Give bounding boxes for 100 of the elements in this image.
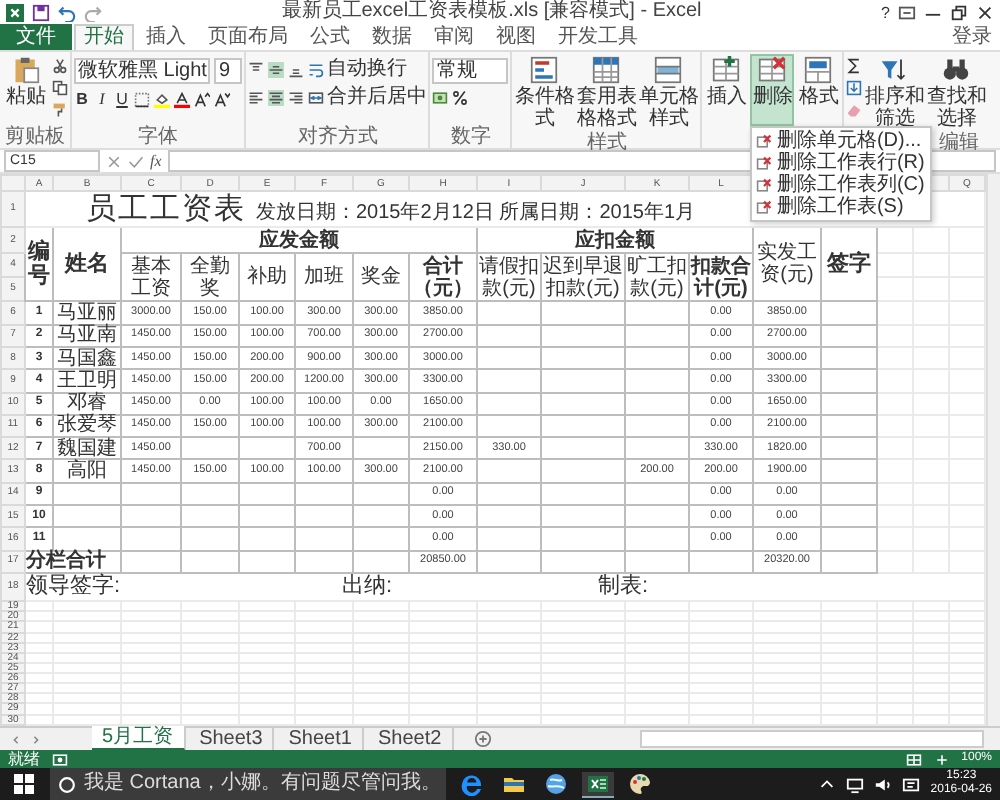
save-icon[interactable]	[32, 3, 50, 21]
help-button[interactable]: ?	[881, 3, 890, 21]
table-header-cell: 奖金	[353, 252, 409, 302]
border-icon[interactable]	[134, 91, 150, 107]
speaker-icon[interactable]	[874, 775, 893, 793]
align-right-icon[interactable]	[288, 89, 305, 105]
table-header-cell: 扣款合计(元)	[689, 252, 753, 302]
ribbon-display-icon[interactable]	[898, 3, 916, 21]
paste-button[interactable]: 粘贴	[2, 54, 50, 110]
sheet-tab[interactable]: 5月工资	[92, 726, 186, 752]
delete-grid-icon	[756, 177, 773, 193]
ribbon-tab[interactable]: 页面布局	[198, 24, 298, 50]
windows-start-icon[interactable]	[8, 772, 40, 796]
table-cell: 马亚南	[53, 324, 121, 347]
sigma-icon[interactable]	[846, 58, 863, 74]
globe-icon[interactable]	[540, 772, 572, 796]
align-center-icon[interactable]	[268, 89, 285, 105]
font-size-field[interactable]: 9	[214, 58, 243, 84]
scroll-left-icon[interactable]	[8, 731, 24, 747]
scroll-right-icon[interactable]	[28, 731, 44, 747]
fill-down-icon[interactable]	[846, 80, 863, 96]
ribbon-tab[interactable]: 视图	[486, 24, 546, 50]
paint-palette-icon[interactable]	[624, 772, 656, 796]
underline-button[interactable]: U	[114, 90, 130, 108]
menu-item[interactable]: 删除工作表(S)	[752, 196, 931, 218]
number-format-field[interactable]: 常规	[432, 58, 509, 84]
message-icon[interactable]	[902, 775, 921, 793]
formula-input[interactable]	[167, 150, 996, 172]
vertical-scrollbar[interactable]	[986, 174, 1000, 726]
menu-item[interactable]: 删除单元格(D)...	[752, 130, 931, 152]
filter-icon	[880, 56, 909, 84]
sign-in-link[interactable]: 登录	[944, 24, 1000, 50]
align-top-icon[interactable]	[248, 61, 265, 77]
normal-view-icon[interactable]	[905, 751, 922, 767]
delete-grid-icon	[756, 133, 773, 149]
ribbon-button[interactable]: 格式	[796, 54, 841, 126]
table-cell: 张爱琴	[53, 414, 121, 438]
ribbon-button[interactable]: 条件格式	[514, 54, 575, 132]
bold-button[interactable]: B	[74, 90, 90, 108]
table-header-cell: 迟到早退扣款(元)	[541, 252, 625, 302]
italic-button[interactable]: I	[94, 90, 110, 108]
add-sheet-icon[interactable]	[473, 730, 492, 748]
merge-icon	[308, 89, 325, 105]
ribbon-button[interactable]: 排序和筛选	[864, 54, 925, 132]
ribbon-button[interactable]: 单元格样式	[638, 54, 699, 132]
fill-color-icon[interactable]	[154, 91, 170, 107]
align-middle-icon[interactable]	[268, 61, 285, 77]
menu-item[interactable]: 删除工作表行(R)	[752, 152, 931, 174]
table-cell: 魏国建	[53, 437, 121, 460]
chevron-up-icon[interactable]	[818, 775, 837, 793]
menu-item[interactable]: 删除工作表列(C)	[752, 174, 931, 196]
clipboard-icon	[12, 56, 40, 84]
table-header-cell: 应发金额	[121, 227, 477, 253]
percent-icon[interactable]	[452, 90, 469, 106]
table-header-cell: 签字	[821, 227, 877, 302]
group-label: 数字	[448, 126, 493, 148]
merge-center-button[interactable]: 合并后居中	[308, 86, 427, 108]
restore-icon[interactable]	[950, 3, 968, 21]
macro-record-icon[interactable]	[52, 751, 68, 767]
font-color-icon[interactable]	[174, 91, 190, 107]
search-field[interactable]: 我是 Cortana，小娜。有问题尽管问我。	[50, 768, 446, 800]
brush-icon[interactable]	[52, 102, 68, 118]
undo-icon[interactable]	[58, 3, 76, 21]
scissors-icon[interactable]	[52, 58, 68, 74]
folder-icon[interactable]	[498, 772, 530, 796]
signature-label: 出纳:	[342, 573, 395, 600]
cancel-icon[interactable]	[106, 153, 122, 169]
ribbon-button[interactable]: 插入	[704, 54, 749, 126]
currency-icon[interactable]	[432, 90, 449, 106]
group-label: 对齐方式	[295, 126, 380, 148]
date-text: 发放日期：2015年2月12日 所属日期：2015年1月	[256, 202, 696, 227]
table-header-cell: 请假扣款(元)	[477, 252, 541, 302]
ribbon-tab[interactable]: 文件	[0, 24, 72, 50]
ribbon-tab[interactable]: 开发工具	[548, 24, 648, 50]
table-header-cell: 加班	[295, 252, 353, 302]
align-left-icon[interactable]	[248, 89, 265, 105]
ribbon-tab[interactable]: 公式	[300, 24, 360, 50]
wrap-text-button[interactable]: 自动换行	[308, 58, 407, 80]
color-bars-icon	[530, 56, 559, 84]
ribbon-button[interactable]: 删除	[750, 54, 795, 126]
font-name-field[interactable]: 微软雅黑 Light	[74, 58, 211, 84]
ribbon-button[interactable]: 查找和选择	[926, 54, 987, 132]
zoom-in-icon[interactable]	[933, 751, 950, 767]
shrink-font-icon[interactable]	[214, 91, 230, 107]
ribbon-button[interactable]: 套用表格格式	[576, 54, 637, 132]
excel-app-icon[interactable]	[582, 771, 614, 797]
close-icon[interactable]	[976, 3, 994, 21]
monitor-icon[interactable]	[846, 775, 865, 793]
horizontal-scrollbar[interactable]	[640, 730, 984, 748]
ribbon-tab[interactable]: 插入	[136, 24, 196, 50]
binoculars-icon	[942, 56, 971, 84]
ribbon-tab[interactable]: 审阅	[424, 24, 484, 50]
grow-font-icon[interactable]	[194, 91, 210, 107]
copy-icon[interactable]	[52, 80, 68, 96]
insert-function-button[interactable]: fx	[150, 152, 162, 170]
group-label: 字体	[136, 126, 181, 148]
ribbon-tab[interactable]: 数据	[362, 24, 422, 50]
check-icon[interactable]	[128, 153, 144, 169]
table-header-cell: 合计（元）	[409, 252, 477, 302]
ribbon-tab[interactable]: 开始	[74, 24, 134, 50]
